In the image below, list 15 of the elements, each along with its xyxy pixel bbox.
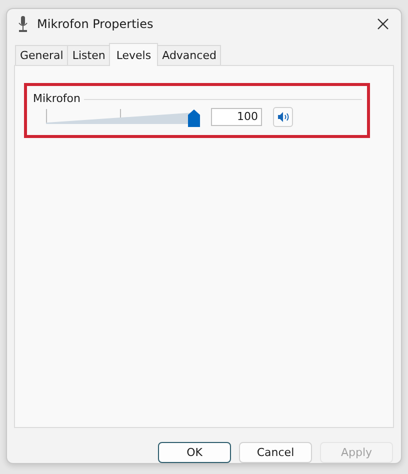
mute-button[interactable] [273, 107, 293, 128]
level-field[interactable]: 100 [211, 108, 262, 126]
close-icon[interactable] [377, 18, 389, 30]
tab[interactable]: General [15, 45, 68, 66]
volume-slider[interactable] [46, 107, 200, 128]
microphone-icon [18, 16, 28, 32]
tab[interactable]: Advanced [157, 45, 222, 66]
dialog-button[interactable]: OK [158, 442, 231, 463]
dialog-button[interactable]: Cancel [239, 442, 312, 463]
speaker-icon [277, 111, 289, 124]
tab[interactable]: Listen [67, 45, 110, 66]
group-label: Mikrofon [32, 92, 81, 106]
tab[interactable]: Levels [109, 43, 158, 66]
slider-thumb[interactable] [188, 109, 200, 128]
window-title: Mikrofon Properties [37, 16, 154, 31]
